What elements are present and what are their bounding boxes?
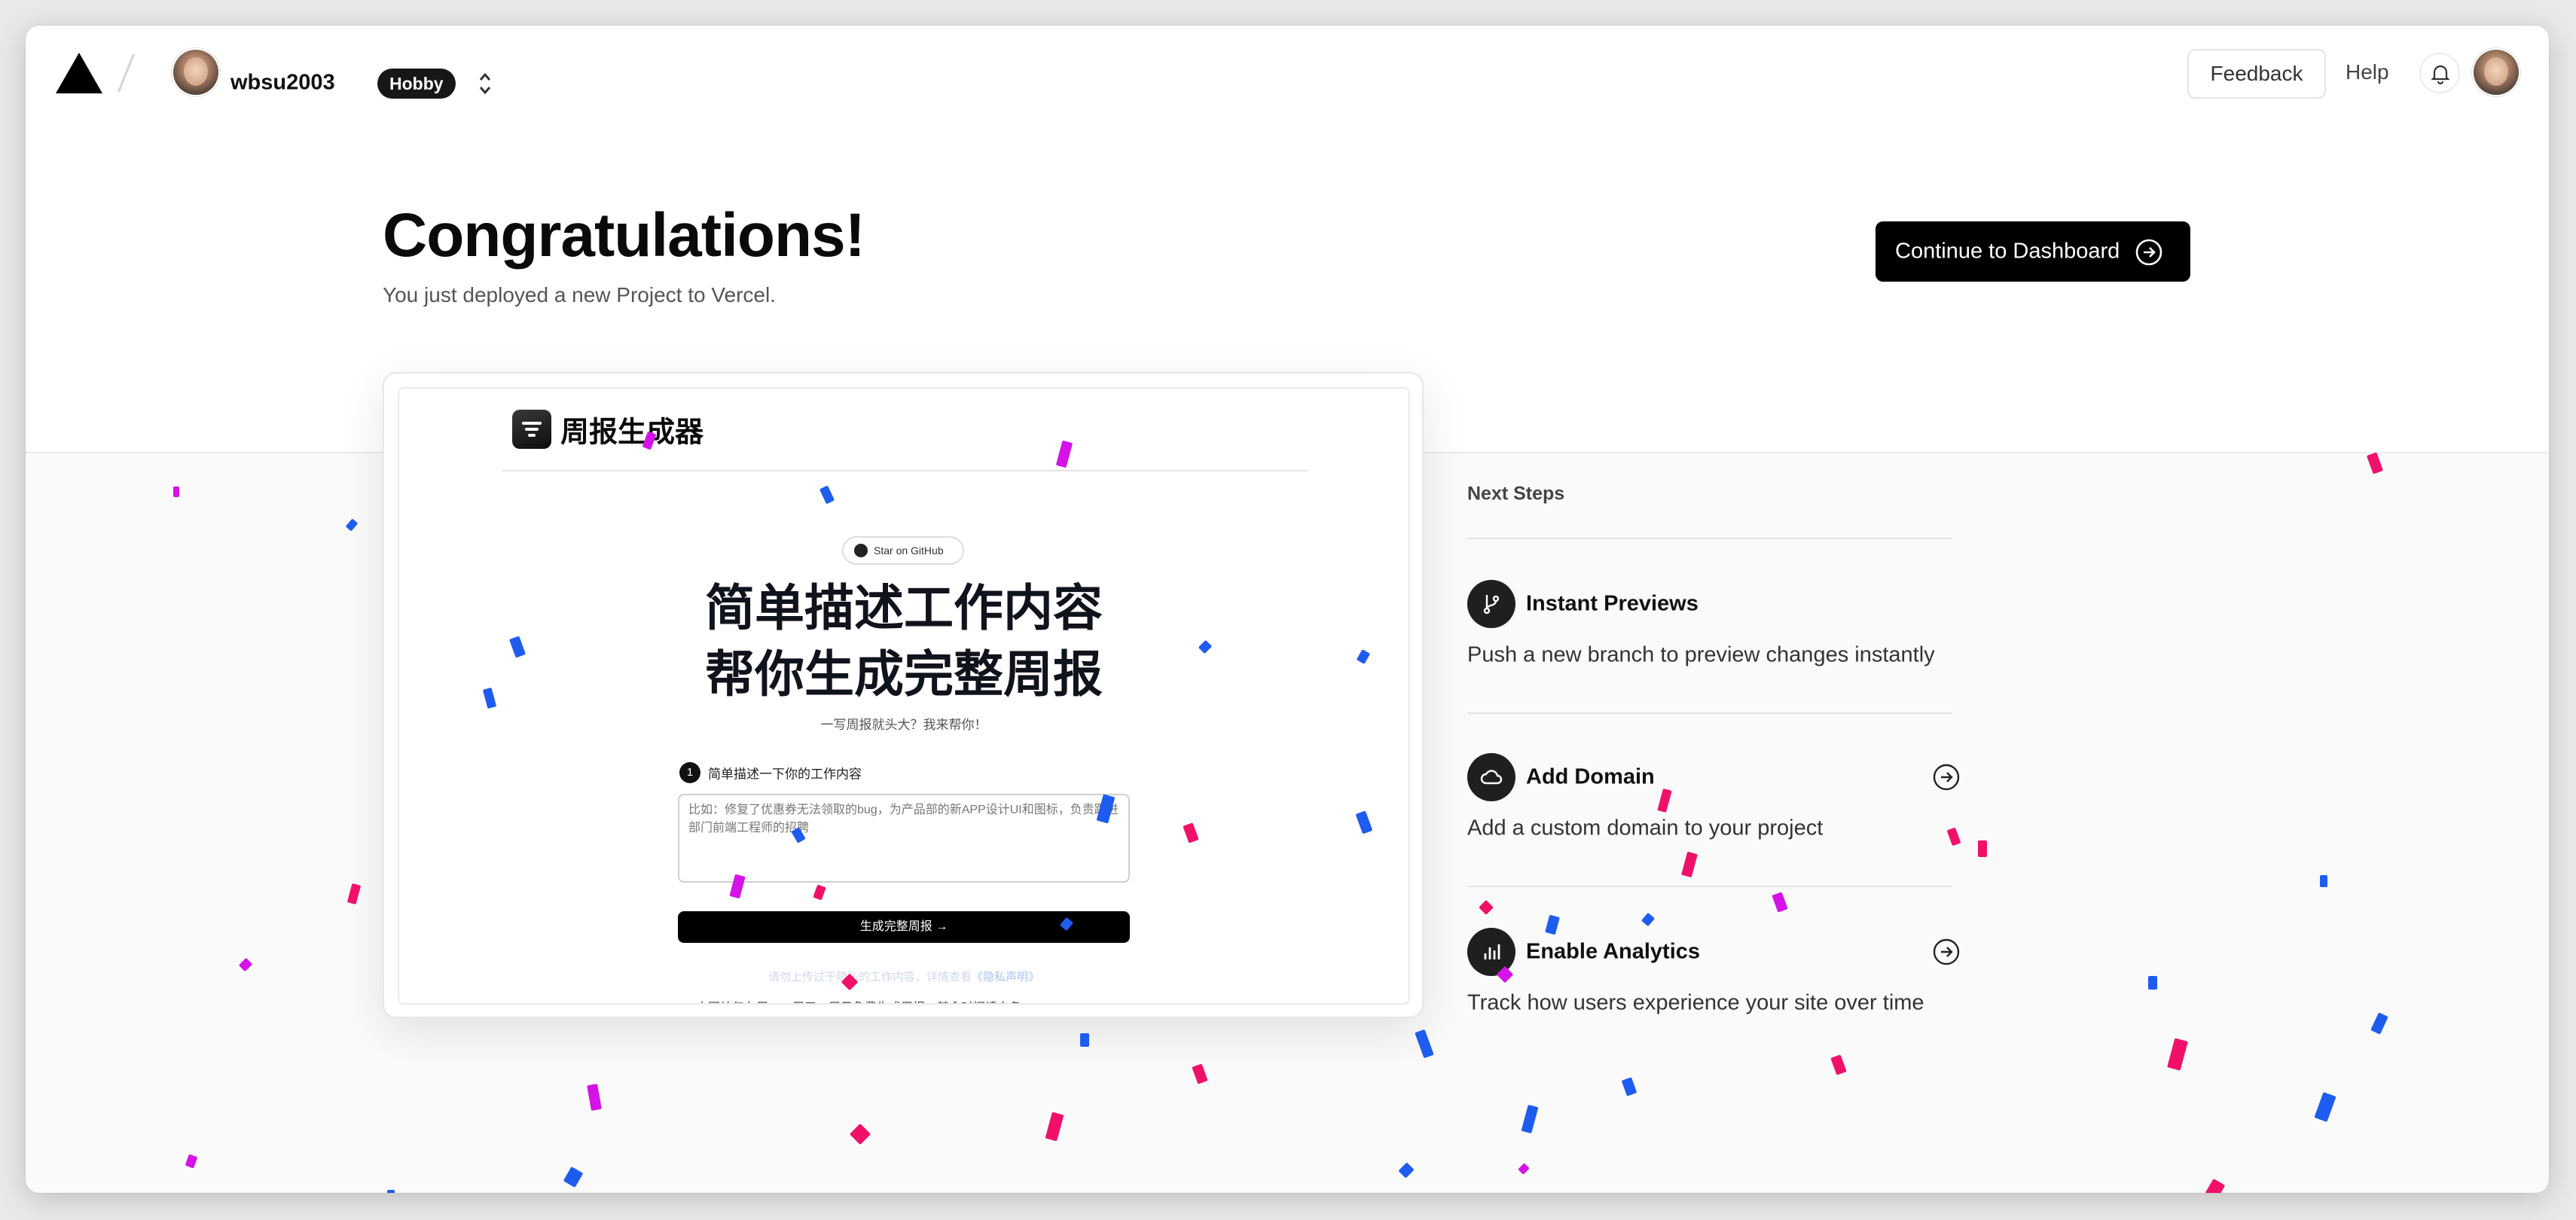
preview-github-label: Star on GitHub <box>874 544 944 557</box>
preview-step-label: 简单描述一下你的工作内容 <box>708 767 862 782</box>
next-steps-divider <box>1467 886 1952 887</box>
confetti-piece <box>1978 840 1987 857</box>
preview-privacy-text: 请勿上传过于隐私的工作内容，详情查看 <box>768 971 972 984</box>
preview-privacy-link: 《隐私声明》 <box>972 971 1040 984</box>
enable-analytics-arrow-icon[interactable] <box>1931 937 1961 967</box>
preview-github-button: Star on GitHub <box>842 536 964 565</box>
continue-to-dashboard-button[interactable]: Continue to Dashboard <box>1876 221 2190 282</box>
browser-window: wbsu2003 Hobby Feedback Help Congratulat… <box>26 26 2549 1193</box>
preview-divider <box>502 470 1308 471</box>
preview-headline-2: 帮你生成完整周报 <box>705 646 1103 702</box>
team-name[interactable]: wbsu2003 <box>230 71 335 96</box>
next-steps-divider <box>1467 538 1952 539</box>
user-avatar[interactable] <box>2474 50 2519 95</box>
plan-badge: Hobby <box>377 69 456 99</box>
enable-analytics-title[interactable]: Enable Analytics <box>1526 940 1700 965</box>
preview-tagline: 一写周报就头大？我来帮你！ <box>820 718 987 732</box>
preview-app-title: 周报生成器 <box>560 416 704 449</box>
page-title: Congratulations! <box>383 201 865 270</box>
deployment-screenshot: 周报生成器 Star on GitHub 简单描述工作内容 帮你生成完整周报 一… <box>398 387 1410 1005</box>
confetti-piece <box>2320 875 2327 887</box>
preview-privacy-note: 请勿上传过于隐私的工作内容，详情查看《隐私声明》 <box>399 968 1409 984</box>
preview-headline-1: 简单描述工作内容 <box>705 580 1103 636</box>
preview-textarea: 比如：修复了优惠券无法领取的bug，为产品部的新APP设计UI和图标，负责跟进部… <box>678 794 1130 883</box>
enable-analytics-desc: Track how users experience your site ove… <box>1467 990 1924 1015</box>
help-link[interactable]: Help <box>2346 60 2389 84</box>
app-logo-icon <box>512 410 551 449</box>
page-subtitle: You just deployed a new Project to Verce… <box>383 283 776 307</box>
preview-step-number: 1 <box>679 762 700 783</box>
vercel-logo-icon[interactable] <box>56 53 102 93</box>
next-steps-title: Next Steps <box>1467 483 1565 505</box>
continue-button-label: Continue to Dashboard <box>1895 239 2120 264</box>
add-domain-title[interactable]: Add Domain <box>1526 765 1655 790</box>
add-domain-arrow-icon[interactable] <box>1931 762 1961 792</box>
arrow-circle-right-icon <box>2135 239 2162 266</box>
branch-icon <box>1467 580 1515 628</box>
confetti-piece <box>2148 976 2157 990</box>
team-switcher-icon[interactable] <box>476 69 494 98</box>
instant-previews-desc: Push a new branch to preview changes ins… <box>1467 642 1935 667</box>
preview-footer: 本网站仅在周一、周五、周日免费生成周报，其余时间请自备 OpenAI API K… <box>399 997 1409 1003</box>
instant-previews-title: Instant Previews <box>1526 591 1699 616</box>
cloud-icon <box>1467 753 1515 801</box>
notifications-bell-icon[interactable] <box>2419 53 2460 93</box>
confetti-piece <box>1080 1033 1089 1047</box>
next-steps-divider <box>1467 712 1952 714</box>
feedback-button[interactable]: Feedback <box>2187 49 2326 99</box>
team-avatar[interactable] <box>173 50 218 95</box>
breadcrumb-separator <box>117 53 136 93</box>
github-icon <box>854 544 868 557</box>
deployment-preview-card[interactable]: 周报生成器 Star on GitHub 简单描述工作内容 帮你生成完整周报 一… <box>383 372 1424 1018</box>
add-domain-desc: Add a custom domain to your project <box>1467 816 1824 840</box>
confetti-piece <box>173 486 179 497</box>
confetti-piece <box>387 1190 395 1193</box>
